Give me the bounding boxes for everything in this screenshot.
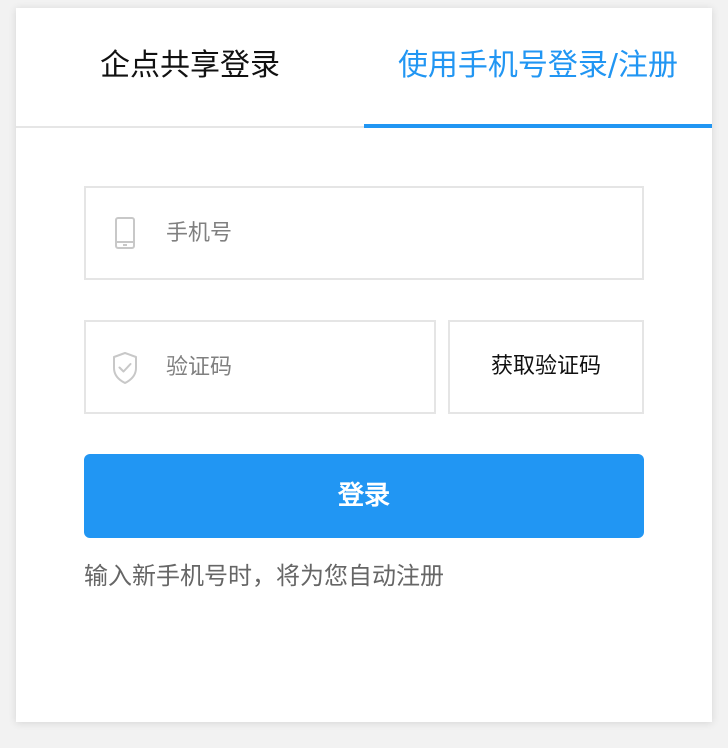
mobile-phone-icon xyxy=(110,210,140,258)
login-card: 企点共享登录 使用手机号登录/注册 获取验证码 登录 输入新手机号时，将为您自动… xyxy=(16,8,712,722)
login-button[interactable]: 登录 xyxy=(84,454,644,538)
tab-phone-login[interactable]: 使用手机号登录/注册 xyxy=(364,8,712,128)
phone-input[interactable] xyxy=(166,188,622,278)
auto-register-hint: 输入新手机号时，将为您自动注册 xyxy=(84,562,444,590)
verification-code-input[interactable] xyxy=(166,322,414,412)
shield-check-icon xyxy=(110,344,140,392)
phone-field[interactable] xyxy=(84,186,644,280)
tab-enterprise-login[interactable]: 企点共享登录 xyxy=(16,8,364,126)
login-tabs: 企点共享登录 使用手机号登录/注册 xyxy=(16,8,712,128)
verification-code-field[interactable] xyxy=(84,320,436,414)
get-code-button[interactable]: 获取验证码 xyxy=(448,320,644,414)
